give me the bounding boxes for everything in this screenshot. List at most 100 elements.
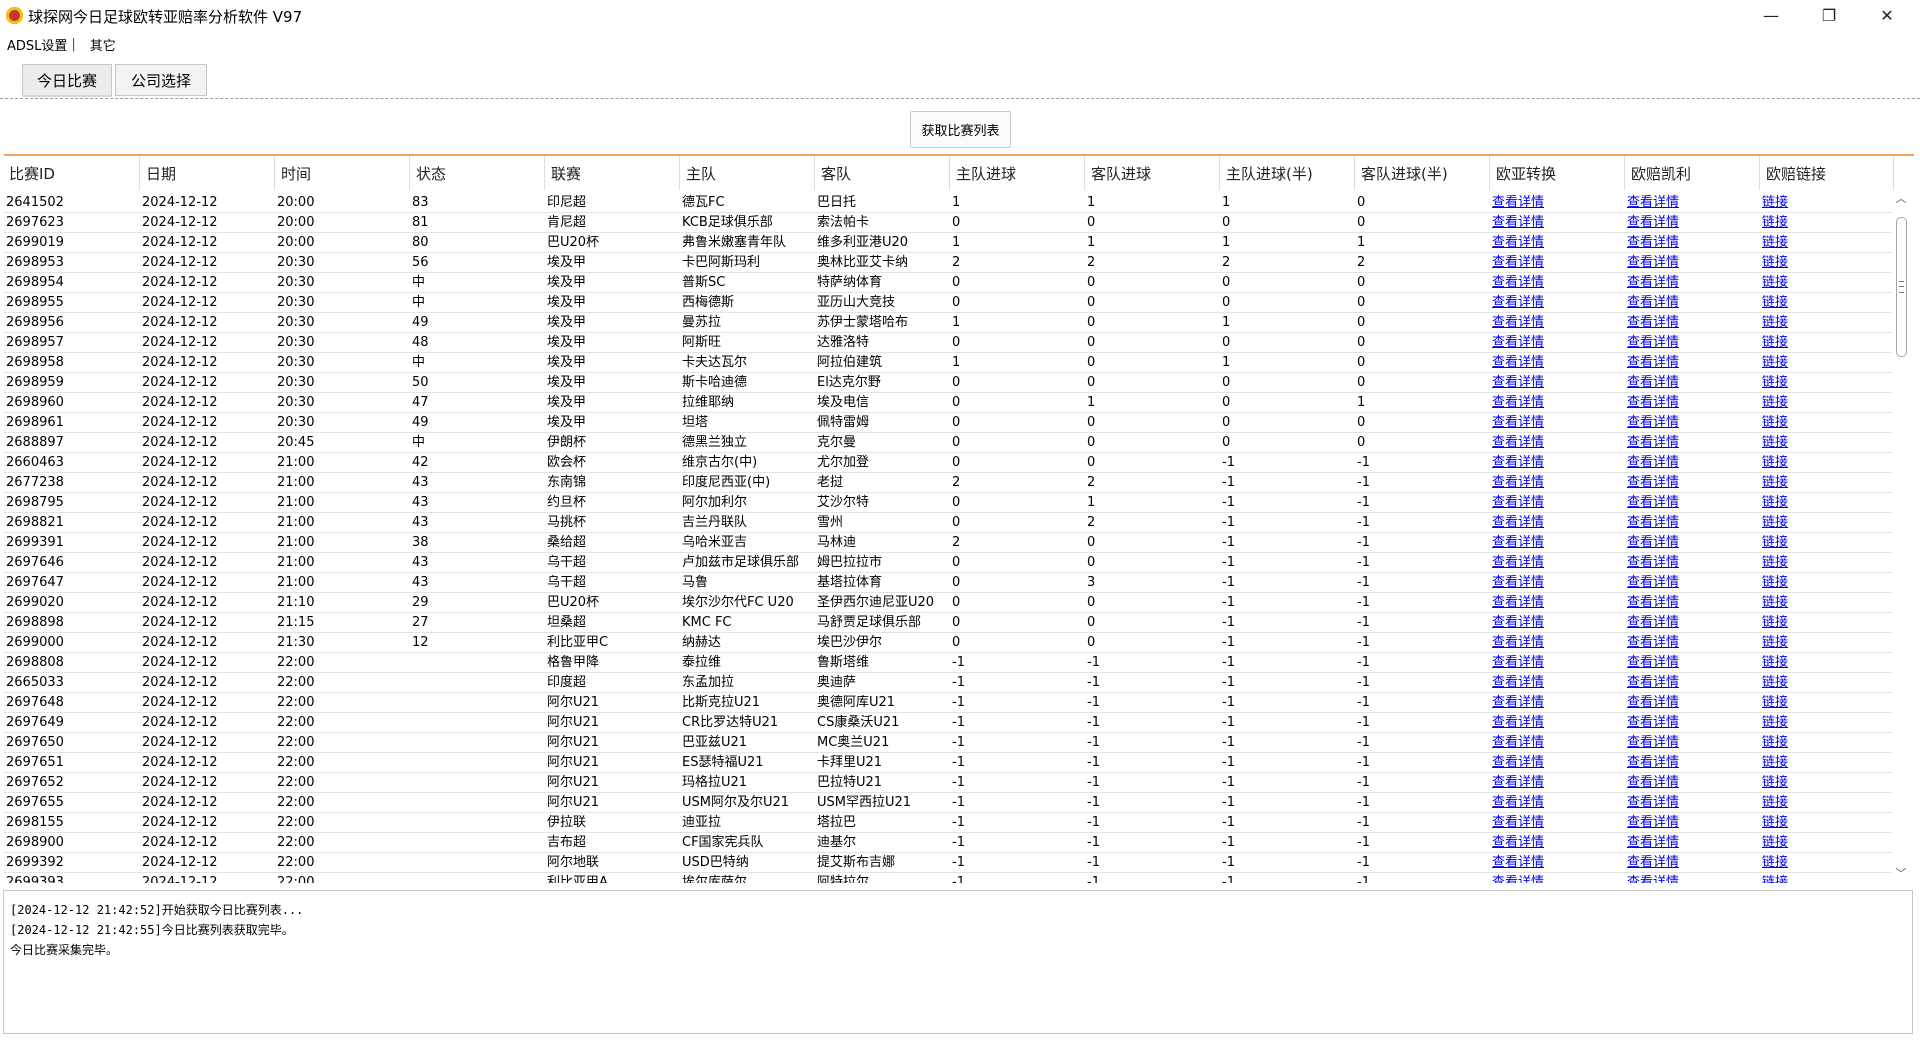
euro-odds-link[interactable]: 链接	[1760, 313, 1892, 332]
asia-convert-link[interactable]: 查看详情	[1490, 553, 1623, 572]
table-row[interactable]: 2697651 2024-12-12 22:00 阿尔U21 ES瑟特福U21 卡拜里U2…	[4, 753, 1894, 773]
euro-kelly-link[interactable]: 查看详情	[1625, 213, 1758, 232]
menu-other[interactable]: 其它	[76, 35, 124, 54]
scroll-thumb[interactable]	[1896, 217, 1907, 357]
euro-kelly-link[interactable]: 查看详情	[1625, 453, 1758, 472]
table-row[interactable]: 2697650 2024-12-12 22:00 阿尔U21 巴亚兹U21 MC奥兰U21…	[4, 733, 1894, 753]
table-row[interactable]: 2698900 2024-12-12 22:00 吉布超 CF国家宪兵队 迪基尔 -1 -1 -…	[4, 833, 1894, 853]
euro-kelly-link[interactable]: 查看详情	[1625, 413, 1758, 432]
asia-convert-link[interactable]: 查看详情	[1490, 213, 1623, 232]
asia-convert-link[interactable]: 查看详情	[1490, 273, 1623, 292]
table-row[interactable]: 2660463 2024-12-12 21:00 42 欧会杯 维京古尔(中) 尤尔加登 0 0…	[4, 453, 1894, 473]
table-row[interactable]: 2698961 2024-12-12 20:30 49 埃及甲 坦塔 佩特雷姆 0 0 0 0 查看详…	[4, 413, 1894, 433]
col-home-goals-header[interactable]: 主队进球	[950, 156, 1085, 190]
scroll-up-icon[interactable]: ︿	[1892, 192, 1910, 206]
table-row[interactable]: 2699019 2024-12-12 20:00 80 巴U20杯 弗鲁米嫩塞青年队 维多利…	[4, 233, 1894, 253]
euro-kelly-link[interactable]: 查看详情	[1625, 873, 1758, 883]
table-row[interactable]: 2699392 2024-12-12 22:00 阿尔地联 USD巴特纳 提艾斯布吉娜 -1…	[4, 853, 1894, 873]
euro-kelly-link[interactable]: 查看详情	[1625, 513, 1758, 532]
asia-convert-link[interactable]: 查看详情	[1490, 533, 1623, 552]
asia-convert-link[interactable]: 查看详情	[1490, 753, 1623, 772]
col-asia-convert-header[interactable]: 欧亚转换	[1490, 156, 1625, 190]
table-row[interactable]: 2697647 2024-12-12 21:00 43 乌干超 马鲁 基塔拉体育 0 3 -1 -1…	[4, 573, 1894, 593]
asia-convert-link[interactable]: 查看详情	[1490, 653, 1623, 672]
table-row[interactable]: 2699393 2024-12-12 22:00 利比亚甲A 埃尔库萨尔 阿特拉尔 -1 -1…	[4, 873, 1894, 883]
col-date-header[interactable]: 日期	[140, 156, 275, 190]
euro-kelly-link[interactable]: 查看详情	[1625, 353, 1758, 372]
euro-odds-link[interactable]: 链接	[1760, 253, 1892, 272]
table-row[interactable]: 2698958 2024-12-12 20:30 中 埃及甲 卡夫达瓦尔 阿拉伯建筑 1 0 1 0…	[4, 353, 1894, 373]
euro-kelly-link[interactable]: 查看详情	[1625, 753, 1758, 772]
asia-convert-link[interactable]: 查看详情	[1490, 833, 1623, 852]
asia-convert-link[interactable]: 查看详情	[1490, 853, 1623, 872]
asia-convert-link[interactable]: 查看详情	[1490, 253, 1623, 272]
table-row[interactable]: 2677238 2024-12-12 21:00 43 东南锦 印度尼西亚(中) 老挝 2 2 -…	[4, 473, 1894, 493]
euro-odds-link[interactable]: 链接	[1760, 833, 1892, 852]
table-row[interactable]: 2665033 2024-12-12 22:00 印度超 东孟加拉 奥迪萨 -1 -1 -1 -1…	[4, 673, 1894, 693]
euro-kelly-link[interactable]: 查看详情	[1625, 693, 1758, 712]
table-row[interactable]: 2697623 2024-12-12 20:00 81 肯尼超 KCB足球俱乐部 索法帕卡 0…	[4, 213, 1894, 233]
table-row[interactable]: 2697646 2024-12-12 21:00 43 乌干超 卢加兹市足球俱乐部 姆巴拉拉…	[4, 553, 1894, 573]
col-away-team-header[interactable]: 客队	[815, 156, 950, 190]
euro-odds-link[interactable]: 链接	[1760, 613, 1892, 632]
euro-kelly-link[interactable]: 查看详情	[1625, 553, 1758, 572]
col-euro-kelly-header[interactable]: 欧赔凯利	[1625, 156, 1760, 190]
euro-odds-link[interactable]: 链接	[1760, 213, 1892, 232]
asia-convert-link[interactable]: 查看详情	[1490, 393, 1623, 412]
asia-convert-link[interactable]: 查看详情	[1490, 473, 1623, 492]
euro-kelly-link[interactable]: 查看详情	[1625, 233, 1758, 252]
asia-convert-link[interactable]: 查看详情	[1490, 713, 1623, 732]
asia-convert-link[interactable]: 查看详情	[1490, 873, 1623, 883]
table-row[interactable]: 2699000 2024-12-12 21:30 12 利比亚甲C 纳赫达 埃巴沙伊尔 0 0 -…	[4, 633, 1894, 653]
euro-odds-link[interactable]: 链接	[1760, 293, 1892, 312]
asia-convert-link[interactable]: 查看详情	[1490, 513, 1623, 532]
table-row[interactable]: 2698954 2024-12-12 20:30 中 埃及甲 普斯SC 特萨纳体育 0 0 0 0 查…	[4, 273, 1894, 293]
asia-convert-link[interactable]: 查看详情	[1490, 773, 1623, 792]
col-match-id-header[interactable]: 比赛ID	[4, 156, 140, 190]
col-home-team-header[interactable]: 主队	[680, 156, 815, 190]
asia-convert-link[interactable]: 查看详情	[1490, 593, 1623, 612]
asia-convert-link[interactable]: 查看详情	[1490, 193, 1623, 212]
restore-button[interactable]: ❐	[1800, 0, 1858, 30]
fetch-match-list-button[interactable]: 获取比赛列表	[910, 111, 1011, 148]
asia-convert-link[interactable]: 查看详情	[1490, 813, 1623, 832]
table-row[interactable]: 2698808 2024-12-12 22:00 格鲁甲降 泰拉维 鲁斯塔维 -1 -1 -1 -…	[4, 653, 1894, 673]
euro-odds-link[interactable]: 链接	[1760, 793, 1892, 812]
euro-kelly-link[interactable]: 查看详情	[1625, 373, 1758, 392]
euro-odds-link[interactable]: 链接	[1760, 813, 1892, 832]
euro-odds-link[interactable]: 链接	[1760, 573, 1892, 592]
table-row[interactable]: 2699391 2024-12-12 21:00 38 桑给超 乌哈米亚吉 马林迪 2 0 -1 -…	[4, 533, 1894, 553]
euro-kelly-link[interactable]: 查看详情	[1625, 573, 1758, 592]
euro-odds-link[interactable]: 链接	[1760, 533, 1892, 552]
euro-odds-link[interactable]: 链接	[1760, 733, 1892, 752]
tab-company-select[interactable]: 公司选择	[115, 64, 207, 96]
euro-odds-link[interactable]: 链接	[1760, 413, 1892, 432]
table-body[interactable]: 2641502 2024-12-12 20:00 83 印尼超 德瓦FC 巴日托 1 1 1 0 查看…	[4, 193, 1894, 883]
euro-kelly-link[interactable]: 查看详情	[1625, 273, 1758, 292]
asia-convert-link[interactable]: 查看详情	[1490, 613, 1623, 632]
euro-kelly-link[interactable]: 查看详情	[1625, 193, 1758, 212]
asia-convert-link[interactable]: 查看详情	[1490, 693, 1623, 712]
table-row[interactable]: 2688897 2024-12-12 20:45 中 伊朗杯 德黑兰独立 克尔曼 0 0 0 0 查看…	[4, 433, 1894, 453]
euro-kelly-link[interactable]: 查看详情	[1625, 313, 1758, 332]
asia-convert-link[interactable]: 查看详情	[1490, 413, 1623, 432]
euro-kelly-link[interactable]: 查看详情	[1625, 333, 1758, 352]
table-row[interactable]: 2698953 2024-12-12 20:30 56 埃及甲 卡巴阿斯玛利 奥林比亚艾卡纳…	[4, 253, 1894, 273]
col-home-goals-half-header[interactable]: 主队进球(半)	[1220, 156, 1355, 190]
euro-odds-link[interactable]: 链接	[1760, 673, 1892, 692]
table-row[interactable]: 2698821 2024-12-12 21:00 43 马挑杯 吉兰丹联队 雪州 0 2 -1 -1…	[4, 513, 1894, 533]
euro-odds-link[interactable]: 链接	[1760, 513, 1892, 532]
euro-odds-link[interactable]: 链接	[1760, 773, 1892, 792]
asia-convert-link[interactable]: 查看详情	[1490, 673, 1623, 692]
euro-odds-link[interactable]: 链接	[1760, 653, 1892, 672]
euro-kelly-link[interactable]: 查看详情	[1625, 773, 1758, 792]
euro-odds-link[interactable]: 链接	[1760, 373, 1892, 392]
euro-odds-link[interactable]: 链接	[1760, 753, 1892, 772]
euro-kelly-link[interactable]: 查看详情	[1625, 293, 1758, 312]
euro-odds-link[interactable]: 链接	[1760, 353, 1892, 372]
euro-kelly-link[interactable]: 查看详情	[1625, 833, 1758, 852]
euro-odds-link[interactable]: 链接	[1760, 433, 1892, 452]
euro-kelly-link[interactable]: 查看详情	[1625, 473, 1758, 492]
euro-odds-link[interactable]: 链接	[1760, 713, 1892, 732]
euro-kelly-link[interactable]: 查看详情	[1625, 633, 1758, 652]
